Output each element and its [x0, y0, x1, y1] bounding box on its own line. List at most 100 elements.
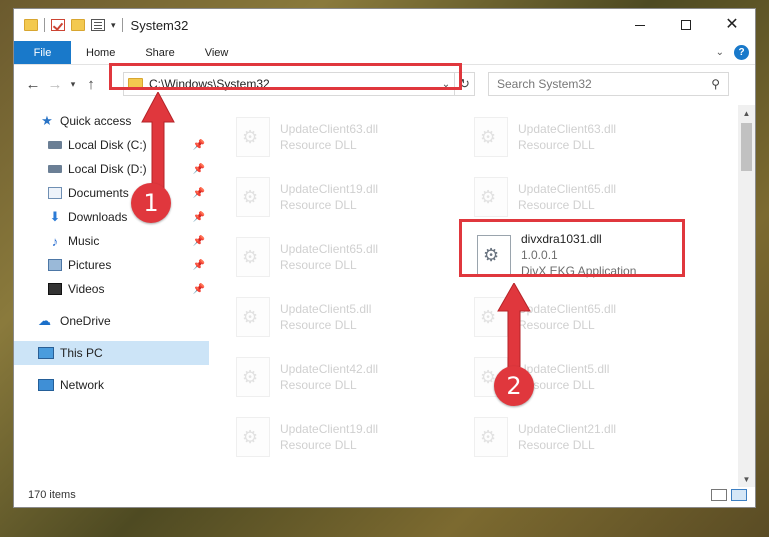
dll-file-icon [236, 177, 270, 217]
sidebar-item-label: Network [60, 378, 105, 392]
file-name: UpdateClient65.dll [280, 242, 379, 256]
folder-icon[interactable] [24, 19, 38, 31]
sidebar-item-local-disk-d[interactable]: Local Disk (D:) 📌 [14, 157, 209, 181]
close-button[interactable]: ✕ [709, 9, 755, 41]
search-box[interactable]: Search System32 ⚲ [488, 72, 729, 96]
sidebar-item-documents[interactable]: Documents 📌 [14, 181, 209, 205]
title-bar: ▾ System32 ✕ [14, 9, 755, 41]
file-item[interactable]: UpdateClient65.dll Resource DLL [236, 231, 456, 283]
step-badge-1: 1 [131, 183, 171, 223]
sidebar-item-quick-access[interactable]: ★ Quick access [14, 109, 209, 133]
pin-icon[interactable]: 📌 [193, 188, 205, 199]
file-item[interactable]: UpdateClient65.dll Resource DLL [474, 171, 694, 223]
file-name: UpdateClient63.dll [518, 122, 617, 136]
dll-file-icon [236, 417, 270, 457]
drive-icon [48, 141, 62, 149]
file-type: Resource DLL [518, 138, 595, 152]
documents-icon [48, 187, 62, 199]
dll-file-icon [236, 117, 270, 157]
tab-share[interactable]: Share [130, 41, 189, 64]
view-switcher [711, 489, 755, 501]
file-item[interactable]: UpdateClient63.dll Resource DLL [474, 111, 694, 163]
pin-icon[interactable]: 📌 [193, 140, 205, 151]
file-type: Resource DLL [280, 438, 357, 452]
sidebar-item-label: Music [68, 234, 100, 248]
tab-home[interactable]: Home [71, 41, 130, 64]
file-type: Resource DLL [280, 198, 357, 212]
sidebar-item-this-pc[interactable]: This PC [14, 341, 209, 365]
recent-locations-chevron-icon[interactable]: ▾ [66, 79, 80, 90]
file-item[interactable]: UpdateClient21.dll Resource DLL [474, 411, 694, 463]
quick-access-toolbar: ▾ [14, 18, 123, 32]
file-type: Resource DLL [280, 138, 357, 152]
computer-icon [38, 347, 54, 359]
file-name: UpdateClient65.dll [518, 182, 617, 196]
navigation-buttons: ← → ▾ ↑ [14, 76, 102, 93]
drive-icon [48, 165, 62, 173]
items-count: 170 items [28, 489, 76, 501]
sidebar-item-onedrive[interactable]: ☁ OneDrive [14, 309, 209, 333]
sidebar-item-label: OneDrive [60, 314, 111, 328]
sidebar-item-network[interactable]: Network [14, 373, 209, 397]
file-type: Resource DLL [280, 318, 357, 332]
dll-file-icon [236, 357, 270, 397]
pictures-icon [48, 259, 62, 271]
maximize-button[interactable] [663, 9, 709, 41]
cloud-icon: ☁ [38, 313, 51, 328]
maximize-icon [681, 20, 691, 30]
pin-icon[interactable]: 📌 [193, 284, 205, 295]
dll-file-icon [474, 417, 508, 457]
file-item[interactable]: UpdateClient42.dll Resource DLL [236, 351, 456, 403]
sidebar-item-downloads[interactable]: ⬇ Downloads 📌 [14, 205, 209, 229]
toolbar-separator [44, 18, 45, 32]
dll-file-icon [474, 177, 508, 217]
tab-view[interactable]: View [190, 41, 244, 64]
music-icon: ♪ [51, 233, 59, 249]
window-controls: ✕ [617, 9, 755, 41]
properties-check-icon[interactable] [51, 19, 65, 31]
new-folder-icon[interactable] [71, 19, 85, 31]
search-icon[interactable]: ⚲ [711, 77, 720, 91]
pin-icon[interactable]: 📌 [193, 164, 205, 175]
file-item[interactable]: UpdateClient63.dll Resource DLL [236, 111, 456, 163]
minimize-button[interactable] [617, 9, 663, 41]
sidebar-item-label: Downloads [68, 210, 128, 224]
step-badge-2: 2 [494, 366, 534, 406]
expand-ribbon-icon[interactable]: ⌄ [716, 47, 724, 58]
sidebar-item-label: Local Disk (C:) [68, 138, 147, 152]
sidebar-item-pictures[interactable]: Pictures 📌 [14, 253, 209, 277]
help-icon[interactable]: ? [734, 45, 749, 60]
file-item[interactable]: UpdateClient19.dll Resource DLL [236, 411, 456, 463]
arrow-up-icon [497, 283, 531, 373]
file-type: Resource DLL [518, 198, 595, 212]
vertical-scrollbar[interactable]: ▲ ▼ [738, 105, 755, 487]
sidebar-item-videos[interactable]: Videos 📌 [14, 277, 209, 301]
download-icon: ⬇ [49, 209, 61, 224]
file-item[interactable]: UpdateClient19.dll Resource DLL [236, 171, 456, 223]
pin-icon[interactable]: 📌 [193, 212, 205, 223]
file-name: UpdateClient19.dll [280, 422, 379, 436]
details-view-icon[interactable] [711, 489, 727, 501]
address-bar-highlight [109, 63, 462, 90]
forward-arrow-icon[interactable]: → [44, 76, 66, 93]
network-icon [38, 379, 54, 391]
tab-file[interactable]: File [14, 41, 71, 64]
scroll-thumb[interactable] [741, 123, 752, 171]
chevron-down-icon[interactable]: ▾ [111, 20, 116, 31]
file-type: Resource DLL [280, 258, 357, 272]
sidebar-item-label: Local Disk (D:) [68, 162, 147, 176]
file-name: UpdateClient63.dll [280, 122, 379, 136]
pin-icon[interactable]: 📌 [193, 260, 205, 271]
file-item[interactable]: UpdateClient5.dll Resource DLL [236, 291, 456, 343]
back-arrow-icon[interactable]: ← [22, 76, 44, 93]
toolbar-separator [121, 18, 123, 32]
large-icons-view-icon[interactable] [731, 489, 747, 501]
up-arrow-icon[interactable]: ↑ [80, 76, 102, 93]
scroll-up-icon[interactable]: ▲ [738, 105, 755, 121]
file-name: UpdateClient5.dll [280, 302, 372, 316]
sidebar-item-label: Quick access [60, 114, 132, 128]
customize-icon[interactable] [91, 19, 105, 31]
sidebar-item-music[interactable]: ♪ Music 📌 [14, 229, 209, 253]
pin-icon[interactable]: 📌 [193, 236, 205, 247]
sidebar-item-local-disk-c[interactable]: Local Disk (C:) 📌 [14, 133, 209, 157]
